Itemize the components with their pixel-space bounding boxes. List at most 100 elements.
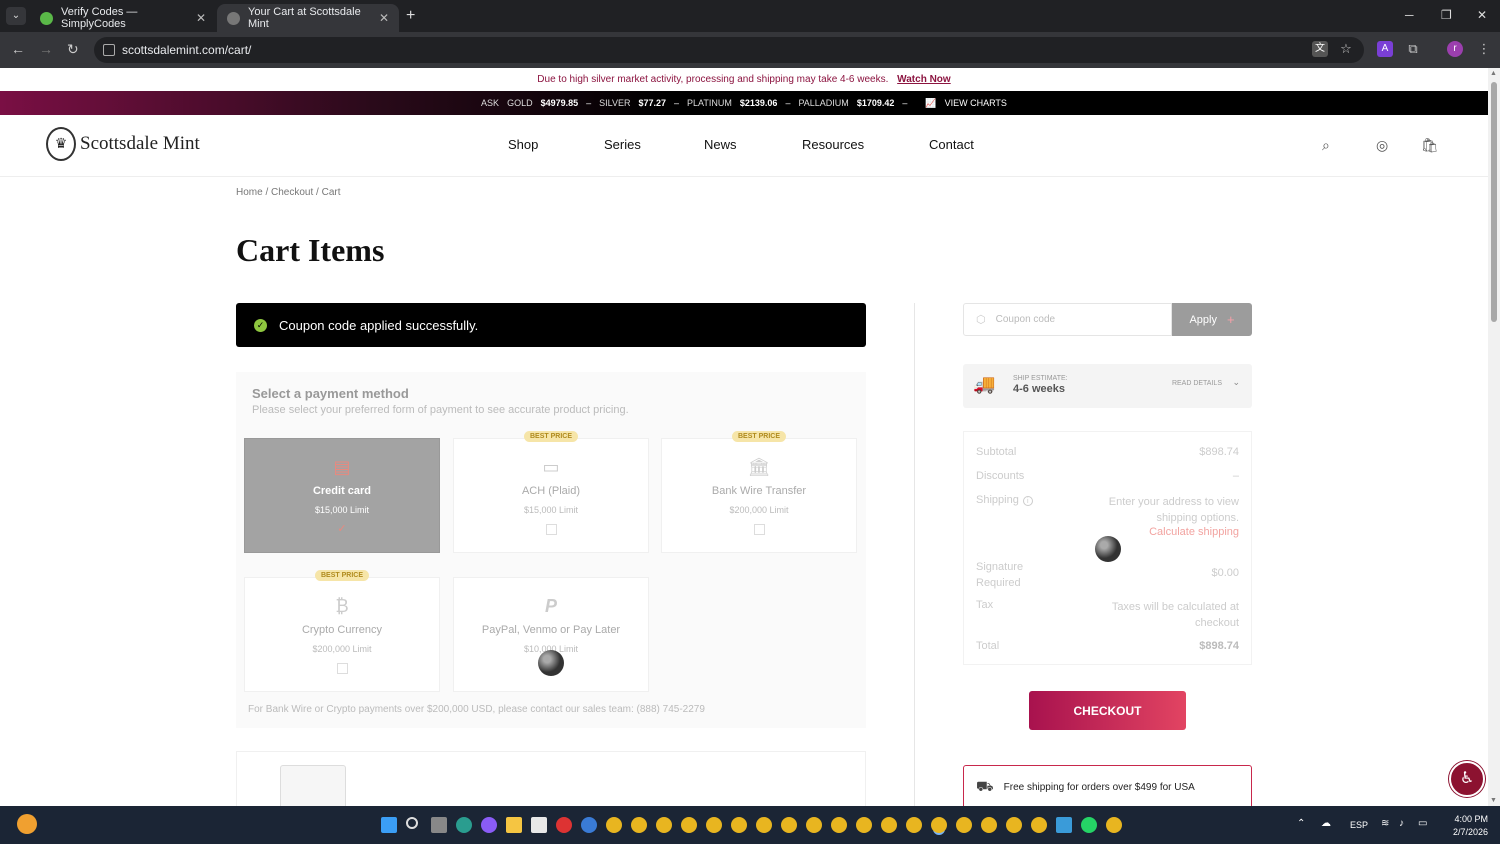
tab-search-button[interactable]: ⌄ — [6, 7, 26, 25]
nav-resources[interactable]: Resources — [802, 137, 864, 152]
shield-app-icon[interactable] — [581, 817, 597, 833]
system-clock[interactable]: 4:00 PM 2/7/2026 — [1453, 813, 1488, 839]
breadcrumb[interactable]: Home / Checkout / Cart — [236, 187, 340, 198]
extension-a-icon[interactable]: A — [1377, 41, 1393, 57]
new-tab-icon[interactable]: + — [406, 7, 415, 25]
brand-logo[interactable]: ♛ Scottsdale Mint — [46, 127, 200, 161]
cart-bag-icon[interactable]: 🛍 — [1421, 137, 1439, 153]
tab-simplycodes[interactable]: Verify Codes — SimplyCodes ✕ — [30, 4, 216, 32]
read-details-link[interactable]: READ DETAILS — [1172, 380, 1222, 387]
copilot-icon[interactable] — [481, 817, 497, 833]
battery-icon[interactable]: ▭ — [1418, 818, 1427, 829]
select-checkbox[interactable] — [336, 663, 348, 674]
chrome-icon[interactable] — [606, 817, 622, 833]
volume-icon[interactable]: ♪ — [1399, 818, 1404, 829]
nav-shop[interactable]: Shop — [508, 137, 538, 152]
translate-icon[interactable]: 文 — [1312, 41, 1328, 57]
search-icon[interactable]: ⌕ — [1322, 137, 1338, 153]
delivery-truck-icon: ⛟ — [976, 777, 994, 794]
select-checkbox[interactable] — [545, 524, 557, 535]
ship-estimate[interactable]: 🚚 SHIP ESTIMATE: 4-6 weeks READ DETAILS … — [963, 364, 1252, 408]
chrome-icon[interactable] — [756, 817, 772, 833]
weather-widget-icon[interactable] — [17, 814, 37, 834]
chrome-icon[interactable] — [706, 817, 722, 833]
apply-label: Apply — [1189, 313, 1217, 326]
chrome-icon[interactable] — [1106, 817, 1122, 833]
address-bar[interactable]: scottsdalemint.com/cart/ — [94, 37, 1364, 63]
task-view-icon[interactable] — [431, 817, 447, 833]
product-thumbnail[interactable] — [280, 765, 346, 806]
file-explorer-icon[interactable] — [506, 817, 522, 833]
window-close-icon[interactable]: ✕ — [1477, 8, 1487, 22]
chrome-icon[interactable] — [881, 817, 897, 833]
restore-icon[interactable]: ❐ — [1441, 8, 1452, 22]
select-checkbox[interactable] — [753, 524, 765, 535]
payment-card-wire[interactable]: BEST PRICE 🏛 Bank Wire Transfer $200,000… — [661, 431, 857, 553]
coupon-input[interactable]: ⬡ Coupon code — [963, 303, 1172, 336]
total-value: $898.74 — [1199, 640, 1239, 652]
payment-card-credit[interactable]: ▤ Credit card $15,000 Limit ✓ — [244, 438, 440, 553]
chrome-icon[interactable] — [631, 817, 647, 833]
tray-chevron-up-icon[interactable]: ⌃ — [1297, 818, 1305, 829]
chrome-icon[interactable] — [906, 817, 922, 833]
browser-menu-icon[interactable]: ⋮ — [1476, 41, 1492, 57]
chrome-icon[interactable] — [806, 817, 822, 833]
chrome-icon[interactable] — [731, 817, 747, 833]
language-indicator[interactable]: ESP — [1350, 820, 1368, 830]
reload-icon[interactable]: ↻ — [67, 41, 79, 58]
notes-app-icon[interactable] — [1056, 817, 1072, 833]
profile-avatar[interactable]: r — [1447, 41, 1463, 57]
payment-name: Bank Wire Transfer — [711, 485, 807, 497]
chrome-icon[interactable] — [956, 817, 972, 833]
chrome-icon[interactable] — [981, 817, 997, 833]
scrollbar-thumb[interactable] — [1491, 82, 1497, 322]
chrome-icon[interactable] — [831, 817, 847, 833]
nav-contact[interactable]: Contact — [929, 137, 974, 152]
onedrive-cloud-icon[interactable]: ☁ — [1321, 818, 1331, 829]
wifi-icon[interactable]: ≋ — [1381, 818, 1389, 829]
chrome-icon[interactable] — [1006, 817, 1022, 833]
calculate-shipping-link[interactable]: Calculate shipping — [1149, 526, 1239, 538]
minimize-icon[interactable]: ─ — [1405, 8, 1414, 22]
store-icon[interactable] — [531, 817, 547, 833]
chrome-icon[interactable] — [781, 817, 797, 833]
scroll-up-icon[interactable]: ▲ — [1490, 70, 1497, 77]
chevron-down-icon[interactable]: ⌄ — [1232, 377, 1240, 388]
chrome-icon[interactable] — [1031, 817, 1047, 833]
bitcoin-icon: ₿ — [335, 596, 349, 616]
accessibility-icon[interactable]: ♿ — [1449, 761, 1485, 797]
chrome-active-icon[interactable] — [931, 817, 947, 833]
metal-price: $1709.42 — [856, 98, 895, 108]
chrome-icon[interactable] — [656, 817, 672, 833]
tax-label: Tax — [976, 599, 994, 611]
app-red-icon[interactable] — [556, 817, 572, 833]
scroll-down-icon[interactable]: ▼ — [1490, 797, 1497, 804]
chrome-icon[interactable] — [856, 817, 872, 833]
close-tab-icon[interactable]: ✕ — [379, 11, 389, 25]
chrome-icon[interactable] — [681, 817, 697, 833]
checkout-button[interactable]: CHECKOUT — [1029, 691, 1186, 730]
info-icon[interactable]: i — [1022, 496, 1033, 506]
close-tab-icon[interactable]: ✕ — [196, 11, 206, 25]
payment-card-ach[interactable]: BEST PRICE ▭ ACH (Plaid) $15,000 Limit — [453, 431, 649, 553]
subtotal-value: $898.74 — [1199, 446, 1239, 458]
whatsapp-icon[interactable] — [1081, 817, 1097, 833]
tab-scottsdale-cart[interactable]: Your Cart at Scottsdale Mint ✕ — [217, 4, 399, 32]
forward-icon[interactable]: → — [39, 41, 53, 57]
page-scrollbar[interactable]: ▲ ▼ — [1488, 68, 1500, 806]
payment-card-crypto[interactable]: BEST PRICE ₿ Crypto Currency $200,000 Li… — [244, 570, 440, 692]
bookmark-star-icon[interactable]: ☆ — [1338, 41, 1354, 57]
shipping-label-text: Shipping — [976, 494, 1019, 506]
back-icon[interactable]: ← — [11, 41, 25, 57]
apply-coupon-button[interactable]: Apply + — [1172, 303, 1252, 336]
extensions-puzzle-icon[interactable]: ⧉ — [1405, 41, 1421, 57]
view-charts-link[interactable]: VIEW CHARTS — [945, 98, 1007, 108]
watch-now-link[interactable]: Watch Now — [897, 74, 951, 85]
site-info-icon[interactable] — [103, 44, 115, 56]
search-taskbar-icon[interactable] — [406, 817, 418, 829]
windows-start-icon[interactable] — [381, 817, 397, 833]
nav-news[interactable]: News — [704, 137, 737, 152]
account-icon[interactable]: ◎ — [1376, 137, 1392, 153]
nav-series[interactable]: Series — [604, 137, 641, 152]
edge-icon[interactable] — [456, 817, 472, 833]
